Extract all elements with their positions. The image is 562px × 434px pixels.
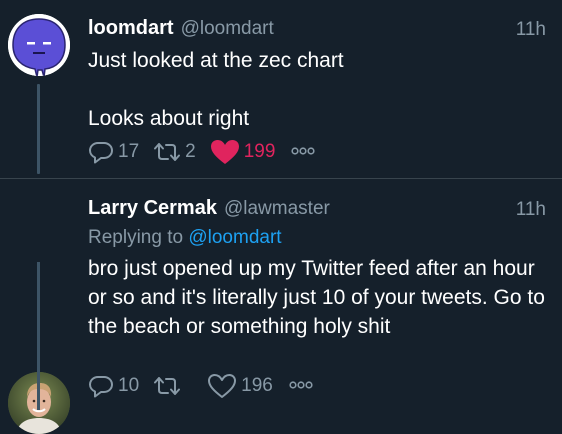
display-name[interactable]: Larry Cermak [88, 197, 217, 220]
retweet-icon [153, 374, 185, 398]
reply-button[interactable]: 10 [88, 374, 139, 398]
tweet-text: Just looked at the zec chart Looks about… [88, 49, 344, 130]
like-count: 199 [243, 141, 276, 162]
display-name[interactable]: loomdart [88, 17, 174, 40]
more-button[interactable] [289, 377, 313, 395]
replying-to-link[interactable]: @loomdart [188, 227, 281, 248]
replying-to: Replying to @loomdart [88, 227, 282, 249]
like-count: 196 [241, 375, 273, 396]
more-dots-icon [291, 143, 316, 161]
heart-icon [207, 373, 241, 399]
reply-icon [88, 140, 118, 164]
tweet-header: Larry Cermak @lawmaster [88, 197, 330, 221]
like-button[interactable]: 199 [210, 139, 276, 165]
heart-icon [210, 139, 244, 165]
like-button[interactable]: 196 [207, 373, 273, 399]
handle[interactable]: @lawmaster [224, 198, 330, 220]
retweet-icon [153, 140, 185, 164]
tweet-loomdart[interactable]: loomdart @loomdart 11h Just looked at th… [0, 0, 562, 178]
thread-line [37, 84, 40, 174]
reply-button[interactable]: 17 [88, 140, 139, 164]
tweet-lawmaster[interactable]: Larry Cermak @lawmaster 11h Replying to … [0, 180, 562, 434]
tweet-actions: 10 196 [88, 372, 313, 400]
retweet-button[interactable]: 2 [153, 140, 196, 164]
retweet-button[interactable] [153, 374, 185, 398]
divider [0, 178, 562, 179]
reply-count: 10 [118, 375, 140, 396]
timestamp[interactable]: 11h [516, 199, 546, 221]
reply-count: 17 [118, 141, 140, 162]
more-button[interactable] [291, 143, 316, 161]
reply-icon [88, 374, 118, 398]
tweet-text: bro just opened up my Twitter feed after… [88, 257, 545, 338]
replying-prefix: Replying to [88, 227, 184, 248]
retweet-count: 2 [185, 141, 196, 162]
avatar[interactable] [8, 14, 70, 76]
more-dots-icon [289, 377, 313, 395]
timestamp[interactable]: 11h [516, 19, 546, 41]
tweet-header: loomdart @loomdart [88, 17, 274, 41]
tweet-actions: 17 2 199 [88, 138, 316, 166]
handle[interactable]: @loomdart [181, 18, 274, 40]
thread-line [37, 262, 40, 410]
